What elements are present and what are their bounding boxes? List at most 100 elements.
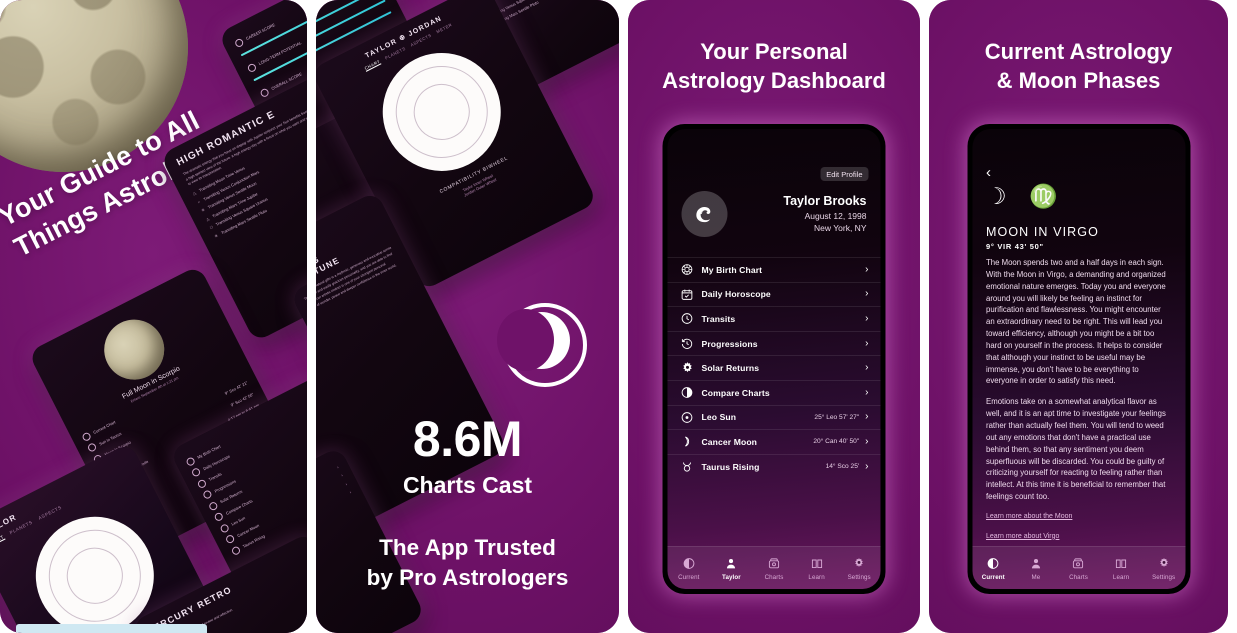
tab-label: Settings <box>847 574 871 581</box>
tab-chart[interactable]: CHART <box>0 534 6 548</box>
sun-gear-icon <box>207 500 219 512</box>
tab-chart[interactable]: CHART <box>363 58 382 72</box>
gear-icon <box>838 555 881 571</box>
profile-text: Taylor Brooks August 12, 1998 New York, … <box>728 194 867 235</box>
list-item-leo-sun[interactable]: Leo Sun 25° Leo 57' 27" › <box>667 404 881 430</box>
nav-label: Leo Sun <box>230 515 246 527</box>
screenshot-panel-moonphases[interactable]: Current Astrology & Moon Phases ‹ ☽ ♍ MO… <box>929 0 1228 633</box>
natal-wheel-icon <box>680 262 695 277</box>
chevron-left-icon[interactable]: ‹ <box>986 165 991 180</box>
leo-lion-icon <box>696 207 711 223</box>
learn-more-moon-link[interactable]: Learn more about the Moon <box>986 512 1171 523</box>
list-item-label: Progressions <box>701 338 758 349</box>
tab-label: Taylor <box>722 574 741 581</box>
chevron-right-icon: › <box>865 460 869 472</box>
chevron-right-icon: › <box>865 288 869 300</box>
screenshot-panel-dashboard[interactable]: Your Personal Astrology Dashboard Edit P… <box>628 0 920 633</box>
panel-headline: Current Astrology & Moon Phases <box>984 39 1173 93</box>
page-title: MOON IN VIRGO <box>986 225 1099 239</box>
bottom-tab-bar: Current Me Charts Learn Settings <box>972 546 1185 589</box>
list-item-label: Daily Horoscope <box>701 289 771 300</box>
profile-birth-place: New York, NY <box>814 222 867 233</box>
tab-current[interactable]: Current <box>668 555 711 581</box>
moon-phase-icon <box>668 555 711 571</box>
edit-profile-button[interactable]: Edit Profile <box>820 167 869 181</box>
clock-rewind-icon <box>202 489 213 500</box>
bottom-blue-strip <box>16 624 207 633</box>
moon-icon <box>224 533 236 545</box>
chevron-right-icon: › <box>865 263 869 275</box>
list-item-solar-returns[interactable]: Solar Returns › <box>667 355 881 380</box>
tab-taylor[interactable]: Taylor <box>710 555 753 581</box>
tab-label: Me <box>1031 574 1041 581</box>
tab-label: Charts <box>1069 574 1088 581</box>
natal-wheel-icon <box>185 455 196 467</box>
degree-readout: 9° VIR 43' 50" <box>986 242 1044 251</box>
gear-icon <box>1142 555 1185 571</box>
tab-label: Charts <box>764 574 784 581</box>
list-item-compare-charts[interactable]: Compare Charts › <box>667 379 881 405</box>
sextile-icon: ✳ <box>200 207 206 214</box>
tab-learn[interactable]: Learn <box>795 555 838 581</box>
taurus-icon <box>680 459 695 474</box>
panel-headline: Your Personal Astrology Dashboard <box>662 39 886 93</box>
tab-meter[interactable]: METER <box>435 22 453 35</box>
tab-label: Current <box>678 574 700 581</box>
tab-label: Learn <box>1112 574 1130 581</box>
charts-icon <box>1057 555 1100 571</box>
panel-tagline: The App Trusted by Pro Astrologers <box>366 535 569 590</box>
list-item-label: Cancer Moon <box>701 436 758 447</box>
tab-me[interactable]: Me <box>1015 555 1058 581</box>
tab-learn[interactable]: Learn <box>1100 555 1143 581</box>
crescent-moon-logo <box>497 303 587 387</box>
list-item-daily-horoscope[interactable]: Daily Horoscope › <box>667 281 881 307</box>
tab-charts[interactable]: Charts <box>753 555 796 581</box>
paragraph-2: Emotions take on a somewhat analytical f… <box>986 397 1166 502</box>
overall-icon <box>259 86 270 98</box>
list-item-progressions[interactable]: Progressions › <box>667 330 881 356</box>
profile-birth-date: August 12, 1998 <box>804 210 867 221</box>
avatar[interactable] <box>681 191 728 237</box>
sextile-icon: ✳ <box>213 232 219 239</box>
list-item-value: 20° Can 40' 50" <box>813 438 860 446</box>
paragraph-1: The Moon spends two and a half days in e… <box>986 258 1166 386</box>
screenshot-panel-guide[interactable]: Your Guide to All Things Astrology CAREE… <box>0 0 307 633</box>
calendar-check-icon <box>680 287 695 302</box>
half-circle-icon <box>213 511 225 523</box>
chart-icon <box>80 430 92 442</box>
tab-label: Settings <box>1152 574 1176 581</box>
triangle-icon: △ <box>191 190 197 197</box>
stat-number: 8.6M <box>412 411 523 467</box>
clock-rewind-icon <box>680 336 695 351</box>
tab-settings[interactable]: Settings <box>1142 555 1185 581</box>
square-icon: □ <box>209 224 214 231</box>
tab-charts[interactable]: Charts <box>1057 555 1100 581</box>
learn-more-virgo-link[interactable]: Learn more about Virgo <box>986 532 1171 543</box>
list-item-value: 14° Sco 25' <box>825 463 860 471</box>
app-store-screenshot-gallery: Your Guide to All Things Astrology CAREE… <box>0 0 1237 633</box>
chevron-right-icon: › <box>865 411 869 423</box>
list-item-cancer-moon[interactable]: Cancer Moon 20° Can 40' 50" › <box>667 429 881 454</box>
chevron-right-icon: › <box>865 312 869 324</box>
moon-icon <box>680 434 695 449</box>
screenshot-panel-trusted[interactable]: ENERGY Transiting Venus Square Uranus Tr… <box>316 0 619 633</box>
chevron-right-icon: › <box>865 435 869 447</box>
book-icon <box>1100 555 1143 571</box>
sun-gear-icon <box>680 361 695 376</box>
book-icon <box>795 555 838 571</box>
list-item-my-birth-chart[interactable]: My Birth Chart › <box>667 257 881 282</box>
tab-current[interactable]: Current <box>972 555 1015 581</box>
potential-icon <box>246 62 258 73</box>
chevron-right-icon: › <box>865 362 869 374</box>
person-icon <box>710 555 753 571</box>
list-item-transits[interactable]: Transits › <box>667 306 881 331</box>
sun-icon <box>219 522 230 534</box>
nav-label: Transits <box>207 471 223 483</box>
list-item-taurus-rising[interactable]: Taurus Rising 14° Sco 25' › <box>667 453 881 479</box>
person-icon <box>1015 555 1058 571</box>
profile-header: Taylor Brooks August 12, 1998 New York, … <box>681 191 867 237</box>
half-circle-icon <box>680 385 695 400</box>
triangle-icon: △ <box>204 215 210 222</box>
charts-icon <box>753 555 796 571</box>
tab-settings[interactable]: Settings <box>838 555 881 581</box>
